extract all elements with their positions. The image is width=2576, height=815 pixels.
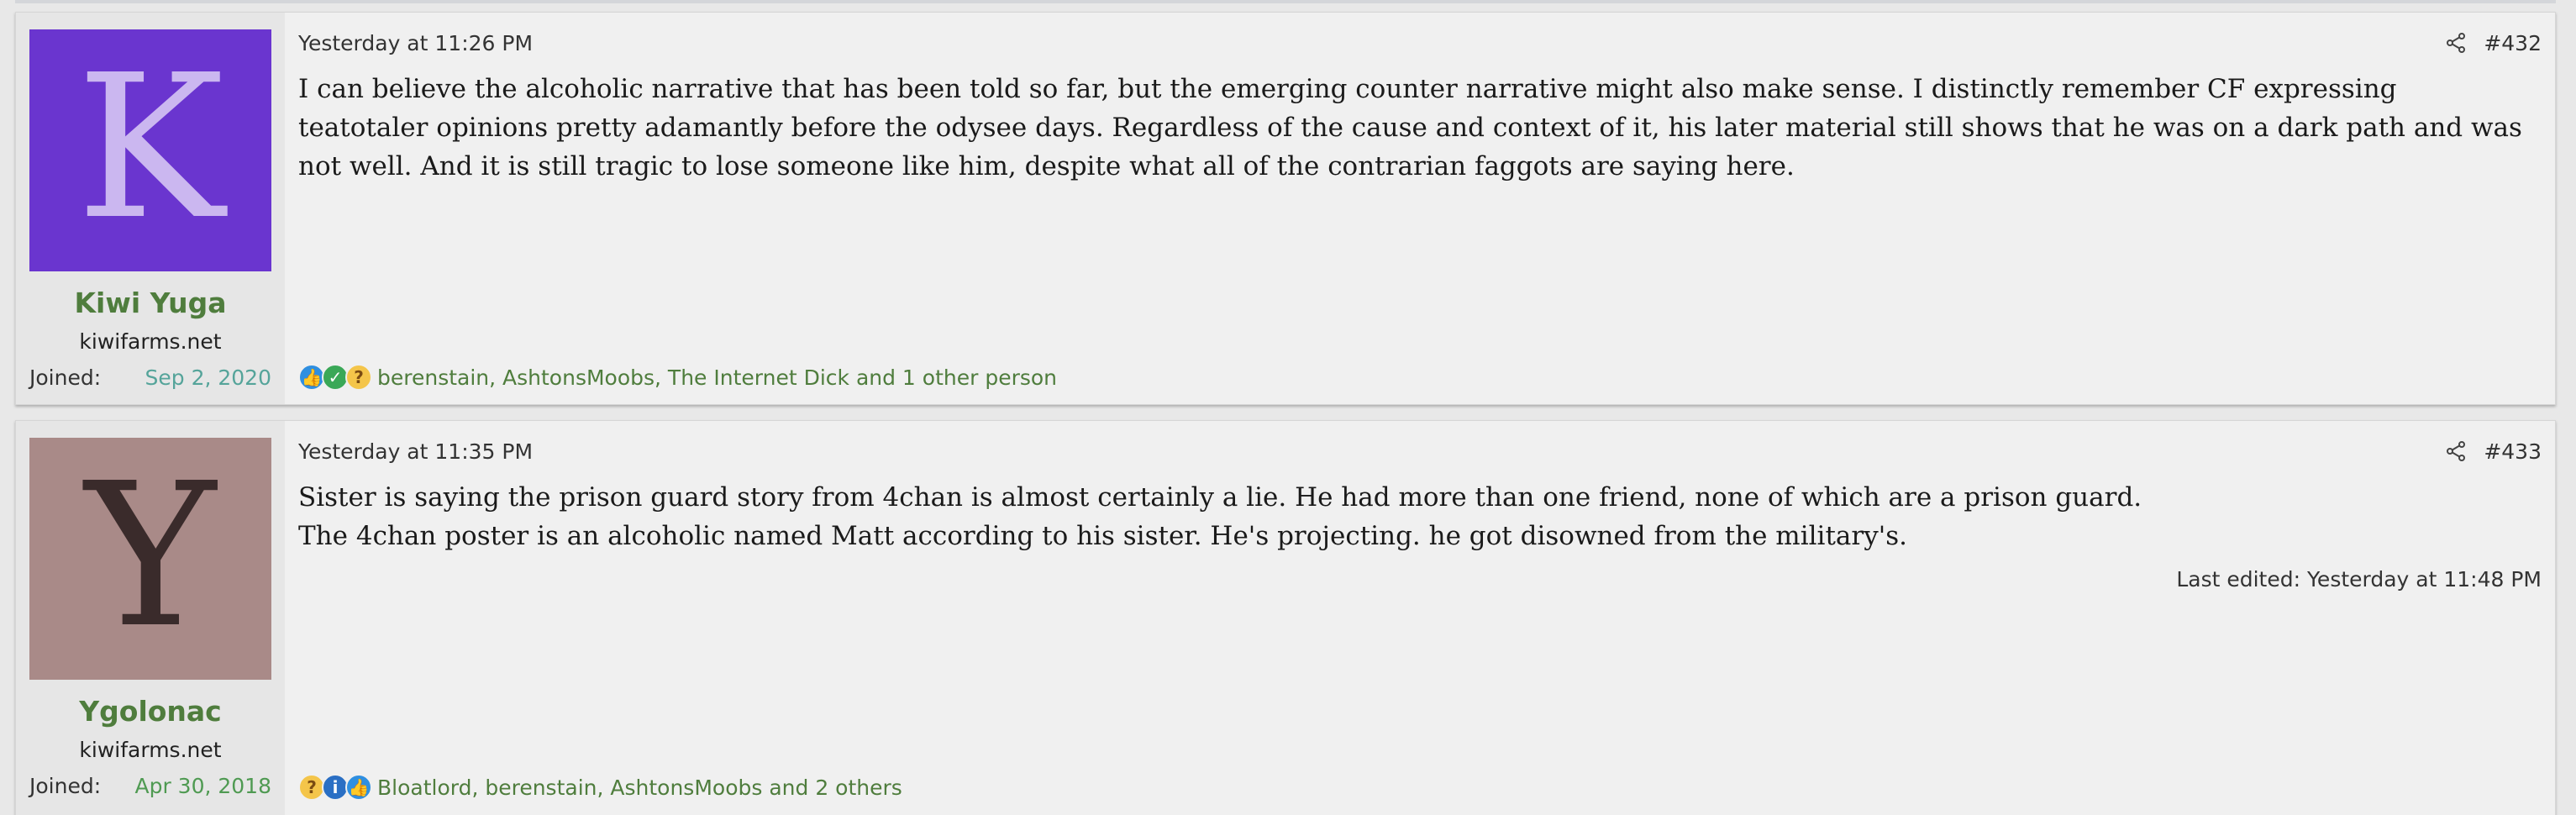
message-body: I can believe the alcoholic narrative th… <box>298 70 2542 186</box>
joined-row: Joined: Sep 2, 2020 <box>29 365 271 390</box>
joined-label: Joined: <box>29 774 102 798</box>
user-title: kiwifarms.net <box>79 738 222 762</box>
user-cell: Y Ygolonac kiwifarms.net Joined: Apr 30,… <box>16 421 285 815</box>
reactions-list[interactable]: berenstain, AshtonsMoobs, The Internet D… <box>377 365 1057 390</box>
like-icon: 👍 <box>345 774 372 801</box>
joined-row: Joined: Apr 30, 2018 <box>29 774 271 798</box>
message-cell: Yesterday at 11:35 PM #433 Sister is say… <box>285 421 2555 815</box>
reactions-list[interactable]: Bloatlord, berenstain, AshtonsMoobs and … <box>377 776 902 800</box>
avatar[interactable]: K <box>29 29 271 271</box>
thinking-icon: ? <box>345 364 372 391</box>
post-header: Yesterday at 11:35 PM #433 <box>298 436 2542 466</box>
avatar-letter: Y <box>85 440 216 671</box>
joined-date: Sep 2, 2020 <box>145 365 272 390</box>
message-paragraph: Sister is saying the prison guard story … <box>298 482 2142 513</box>
share-icon[interactable] <box>2445 440 2467 462</box>
joined-label: Joined: <box>29 365 102 390</box>
joined-date: Apr 30, 2018 <box>134 774 271 798</box>
avatar[interactable]: Y <box>29 438 271 680</box>
last-edited: Last edited: Yesterday at 11:48 PM <box>2176 567 2542 592</box>
reaction-icons: 👍 ✓ ? <box>298 364 372 391</box>
top-divider <box>15 0 2556 3</box>
post-433: Y Ygolonac kiwifarms.net Joined: Apr 30,… <box>15 420 2556 815</box>
user-cell: K Kiwi Yuga kiwifarms.net Joined: Sep 2,… <box>16 13 285 404</box>
post-header: Yesterday at 11:26 PM #432 <box>298 28 2542 58</box>
reactions-bar[interactable]: 👍 ✓ ? berenstain, AshtonsMoobs, The Inte… <box>298 364 1057 391</box>
username[interactable]: Kiwi Yuga <box>29 287 271 319</box>
message-body: Sister is saying the prison guard story … <box>298 478 2542 555</box>
post-timestamp[interactable]: Yesterday at 11:26 PM <box>298 31 533 55</box>
username[interactable]: Ygolonac <box>29 695 271 728</box>
post-number-link[interactable]: #433 <box>2484 439 2542 464</box>
share-icon[interactable] <box>2445 32 2467 54</box>
user-title: kiwifarms.net <box>79 329 222 354</box>
avatar-letter: K <box>76 32 225 263</box>
reactions-bar[interactable]: ? i 👍 Bloatlord, berenstain, AshtonsMoob… <box>298 774 902 801</box>
message-paragraph: I can believe the alcoholic narrative th… <box>298 74 2522 181</box>
reaction-icons: ? i 👍 <box>298 774 372 801</box>
message-cell: Yesterday at 11:26 PM #432 I can believe… <box>285 13 2555 404</box>
post-timestamp[interactable]: Yesterday at 11:35 PM <box>298 439 533 464</box>
post-number-link[interactable]: #432 <box>2484 31 2542 55</box>
post-432: K Kiwi Yuga kiwifarms.net Joined: Sep 2,… <box>15 12 2556 405</box>
message-paragraph: The 4chan poster is an alcoholic named M… <box>298 521 1908 551</box>
